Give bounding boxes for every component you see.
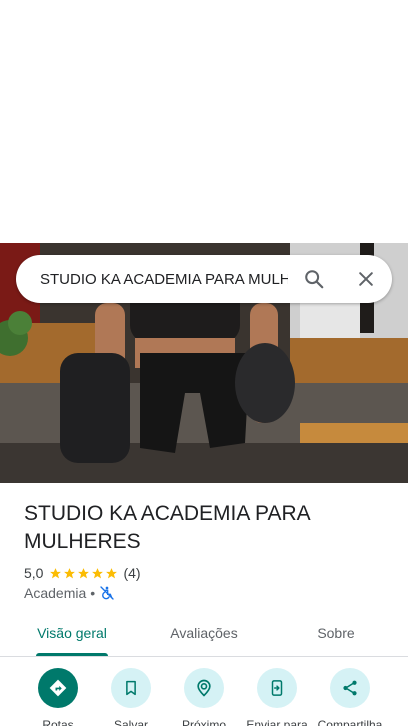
nearby-label: Próximo [181, 718, 226, 726]
send-to-phone-icon [271, 680, 283, 696]
nearby-button[interactable]: Próximo [167, 668, 241, 726]
star-icon [106, 567, 118, 578]
star-icon [50, 567, 62, 578]
search-icon [305, 270, 324, 289]
no-wheelchair-icon [100, 586, 114, 600]
star-icon [64, 567, 76, 578]
separator-dot: • [90, 585, 96, 601]
category-row: Academia • [24, 583, 115, 603]
tab-bar: Visão geral Avaliações Sobre [0, 612, 408, 657]
tab-reviews[interactable]: Avaliações [152, 612, 256, 654]
active-tab-indicator [36, 653, 108, 656]
place-title: STUDIO KA ACADEMIA PARA MULHERES [24, 502, 310, 553]
review-count: (4) [123, 565, 141, 581]
nearby-icon [197, 679, 211, 697]
clear-search-button[interactable] [342, 255, 390, 303]
send-to-phone-button[interactable]: Enviar para [240, 668, 314, 726]
search-bar[interactable]: STUDIO KA ACADEMIA PARA MULHERES [16, 255, 392, 303]
search-button[interactable] [290, 255, 338, 303]
share-label: Compartilha [317, 718, 383, 726]
directions-circle [38, 668, 78, 708]
search-input[interactable]: STUDIO KA ACADEMIA PARA MULHERES [40, 271, 288, 288]
save-circle [111, 668, 151, 708]
nearby-circle [184, 668, 224, 708]
place-sheet: STUDIO KA ACADEMIA PARA MULHERES STUDIO … [0, 0, 408, 726]
rating-stars [49, 567, 119, 580]
send-to-phone-circle [257, 668, 297, 708]
save-button[interactable]: Salvar [94, 668, 168, 726]
action-buttons: Rotas Salvar Próximo Enviar para Compart… [0, 668, 408, 726]
rating-value: 5,0 [24, 565, 44, 581]
send-to-phone-label: Enviar para [246, 718, 308, 726]
directions-button[interactable]: Rotas [21, 668, 95, 726]
place-category: Academia [24, 585, 87, 601]
share-circle [330, 668, 370, 708]
directions-label: Rotas [42, 718, 74, 726]
bookmark-icon [126, 680, 136, 696]
tab-overview[interactable]: Visão geral [20, 612, 124, 654]
share-icon [343, 680, 357, 696]
share-button[interactable]: Compartilha [313, 668, 387, 726]
tab-about[interactable]: Sobre [284, 612, 388, 654]
star-icon [78, 567, 90, 578]
rating-row[interactable]: 5,0 (4) [24, 563, 141, 583]
close-icon [359, 272, 373, 286]
save-label: Salvar [113, 718, 148, 726]
directions-icon [49, 679, 67, 697]
star-icon [92, 567, 104, 578]
